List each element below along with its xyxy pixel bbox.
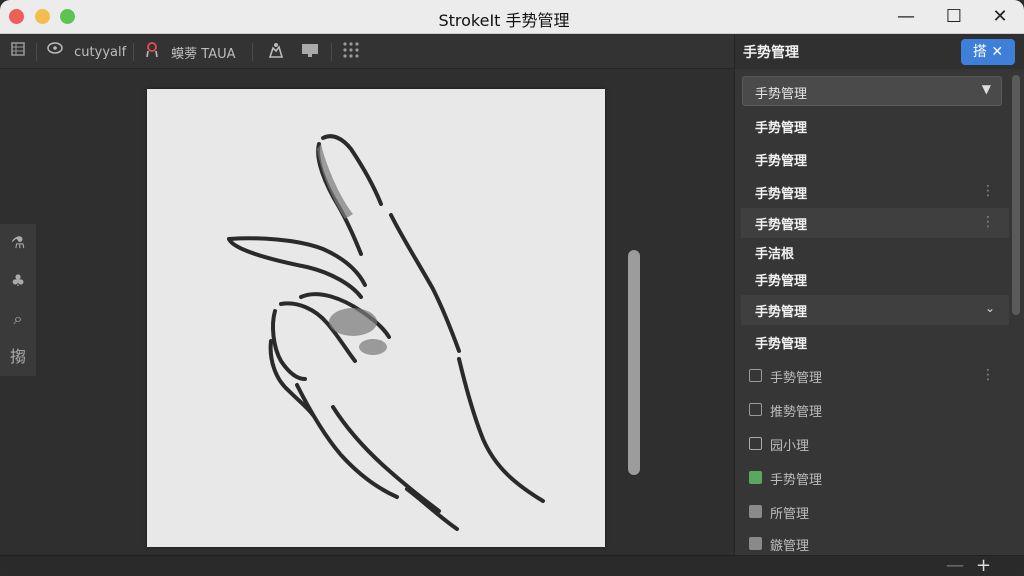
gesture-tool-label: 蟆蒡 TAUA <box>171 46 236 62</box>
record-icon <box>46 41 64 63</box>
checkbox[interactable] <box>749 505 762 518</box>
panel-header: 手势管理 搭 ✕ <box>735 35 1024 69</box>
list-item-label: 手洁根 <box>755 247 795 262</box>
monitor-icon[interactable] <box>300 41 320 63</box>
gesture-manager-panel: 手势管理 搭 ✕ 手势管理 ▼ 手势管理 手势管理 手势管理 ⋮ 手势管理 ⋮ … <box>734 35 1024 555</box>
drawing-canvas-area <box>36 70 734 554</box>
list-item[interactable]: 手势管理 <box>741 264 1009 294</box>
list-icon[interactable] <box>11 41 25 63</box>
checkbox-item[interactable]: 园小理 <box>741 429 1009 459</box>
chevron-down-icon[interactable]: ⌄ <box>985 301 995 315</box>
remove-button[interactable]: — <box>946 556 964 576</box>
toolbar-divider <box>36 43 37 61</box>
hand-gesture-drawing <box>227 134 545 531</box>
panel-action-button[interactable]: 搭 ✕ <box>961 39 1015 65</box>
checkbox-item-label: 手勢管理 <box>770 371 823 386</box>
checkbox-item-label: 手势管理 <box>770 473 823 488</box>
list-item-label: 手势管理 <box>755 154 808 169</box>
checkbox-item-label: 推勢管理 <box>770 405 823 420</box>
toolbar-divider <box>252 43 253 61</box>
checkbox[interactable] <box>749 369 762 382</box>
toolbar-divider <box>331 43 332 61</box>
checkbox-item[interactable]: 所管理 <box>741 497 1009 527</box>
checkbox[interactable] <box>749 537 762 550</box>
list-item[interactable]: 手势管理 ⌄ <box>741 295 1009 325</box>
list-item[interactable]: 手势管理 <box>741 144 1009 174</box>
dropdown-value: 手势管理 <box>755 87 808 102</box>
app-icon[interactable] <box>749 471 762 484</box>
checkbox-item[interactable]: 鏃管理 <box>741 529 1009 555</box>
minimize-button[interactable]: — <box>893 4 919 30</box>
toolbar-divider <box>133 43 134 61</box>
panel-title: 手势管理 <box>743 45 799 61</box>
maximize-button[interactable]: ☐ <box>941 4 967 30</box>
hand-tool-icon[interactable] <box>266 41 286 63</box>
title-bar: StrokeIt 手势管理 — ☐ ✕ <box>0 0 1024 34</box>
list-item[interactable]: 手势管理 ⋮ <box>741 208 1009 238</box>
shapes-icon[interactable]: ♣ <box>0 262 36 300</box>
gesture-icon <box>143 41 161 67</box>
image-icon[interactable] <box>749 437 762 450</box>
canvas-scrollbar[interactable] <box>628 250 640 475</box>
chevron-down-icon: ▼ <box>981 82 991 96</box>
grid-icon[interactable] <box>342 41 360 63</box>
checkbox-item-label: 鏃管理 <box>770 539 810 554</box>
checkbox-item-label: 园小理 <box>770 439 810 454</box>
flask-icon[interactable]: ⚗ <box>0 224 36 262</box>
status-bar: — + <box>0 555 1024 576</box>
more-icon[interactable]: ⋮ <box>981 367 995 383</box>
checkbox-item[interactable]: 手勢管理 ⋮ <box>741 361 1009 391</box>
more-icon[interactable]: ⋮ <box>981 183 995 199</box>
left-tool-rail: ⚗ ♣ ⌕ 搊 <box>0 224 36 376</box>
checkbox-item-label: 所管理 <box>770 507 810 522</box>
list-item[interactable]: 手洁根 <box>741 237 1009 267</box>
gesture-tool[interactable]: 蟆蒡 TAUA <box>143 41 236 63</box>
list-item-label: 手势管理 <box>755 218 808 233</box>
text-tool-icon[interactable]: 搊 <box>0 338 36 376</box>
record-tool[interactable]: cutyyalf <box>46 41 126 63</box>
toolbar: cutyyalf 蟆蒡 TAUA <box>0 35 734 69</box>
record-tool-label: cutyyalf <box>74 44 127 60</box>
checkbox-item[interactable]: 推勢管理 <box>741 395 1009 425</box>
checkbox[interactable] <box>749 403 762 416</box>
checkbox-item[interactable]: 手势管理 <box>741 463 1009 493</box>
more-icon[interactable]: ⋮ <box>981 214 995 230</box>
list-item-label: 手势管理 <box>755 305 808 320</box>
list-item[interactable]: 手势管理 <box>741 327 1009 357</box>
search-icon[interactable]: ⌕ <box>0 300 36 338</box>
close-button[interactable]: ✕ <box>987 4 1013 30</box>
add-button[interactable]: + <box>976 556 991 576</box>
window-title: StrokeIt 手势管理 <box>438 11 570 30</box>
list-item-label: 手势管理 <box>755 121 808 136</box>
list-item-label: 手势管理 <box>755 337 808 352</box>
list-item-label: 手势管理 <box>755 187 808 202</box>
panel-scrollbar[interactable] <box>1012 75 1020 315</box>
list-item[interactable]: 手势管理 ⋮ <box>741 177 1009 207</box>
gesture-group-dropdown[interactable]: 手势管理 ▼ <box>742 76 1002 106</box>
list-item[interactable]: 手势管理 <box>741 111 1009 141</box>
app-window: StrokeIt 手势管理 — ☐ ✕ cutyyalf 蟆蒡 TAUA ⚗ ♣… <box>0 0 1024 576</box>
gesture-canvas[interactable] <box>147 89 605 547</box>
list-item-label: 手势管理 <box>755 274 808 289</box>
